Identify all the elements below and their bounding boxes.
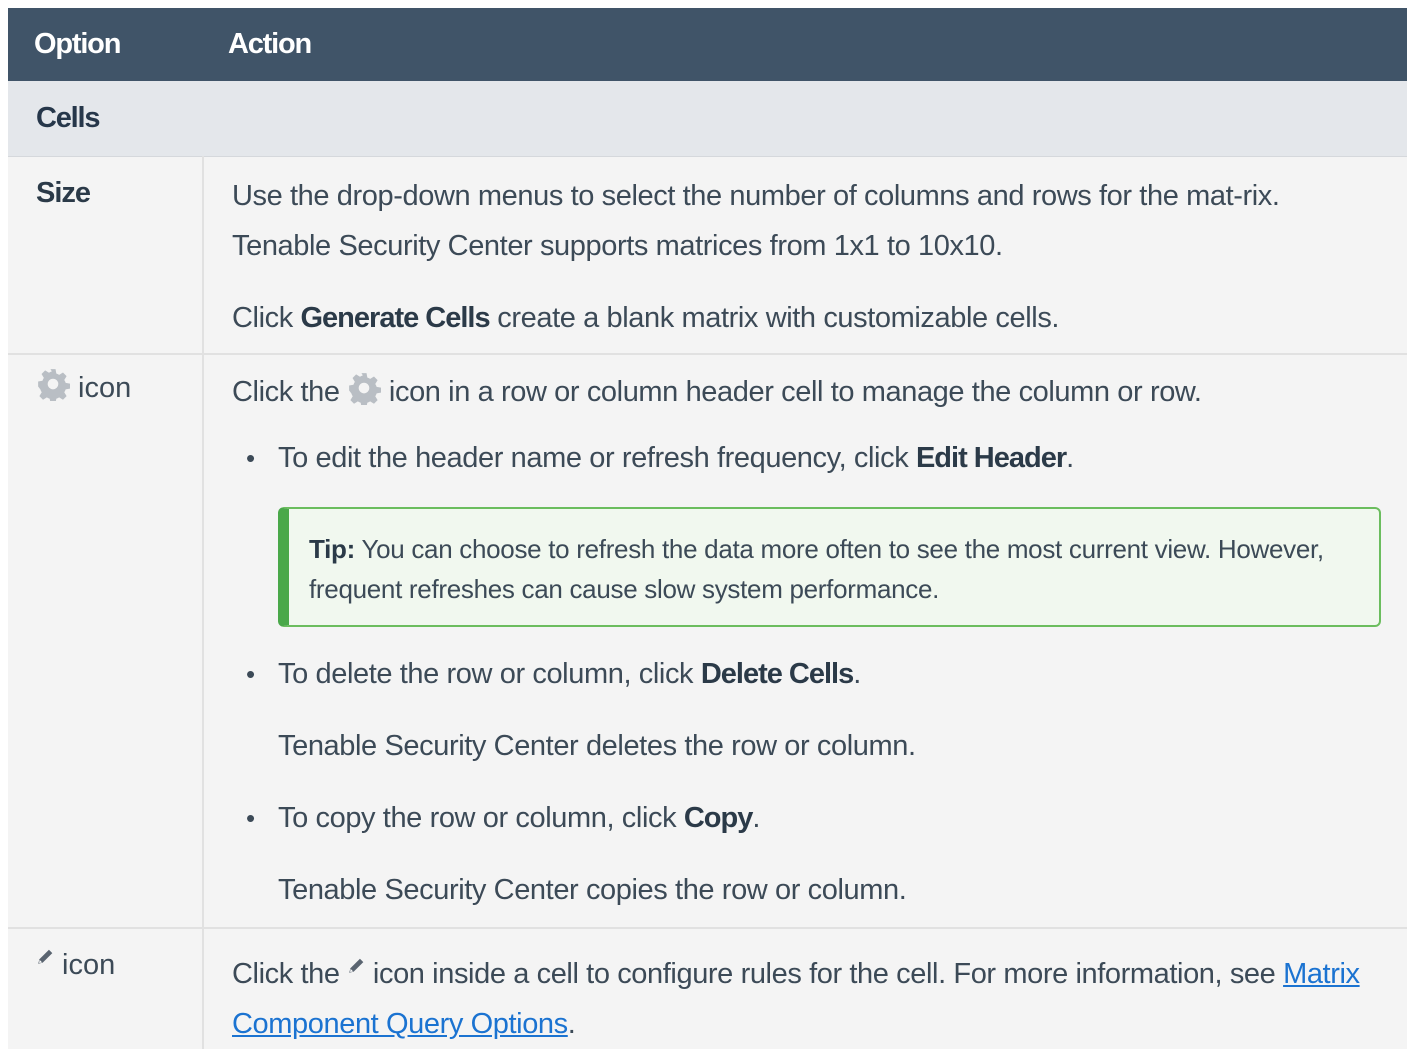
section-row: Cells: [8, 81, 1407, 157]
tip-box: Tip: You can choose to refresh the data …: [278, 507, 1381, 627]
tip-text: You can choose to refresh the data more …: [309, 534, 1324, 604]
bullet-icon: •: [246, 443, 256, 473]
pencil-option-label: icon: [54, 949, 116, 981]
gear-icon: [36, 367, 70, 404]
option-cell: icon: [8, 928, 204, 1049]
delete-result-text: Tenable Security Center deletes the row …: [278, 730, 916, 762]
bullet-icon: •: [246, 659, 256, 689]
pencil-icon: [347, 941, 365, 973]
copy-label: Copy: [683, 802, 753, 834]
table-row-gear: icon Click the icon in a row or column h…: [8, 354, 1407, 929]
table-row-size: Size Use the drop-down menus to select t…: [8, 156, 1407, 355]
pencil-description: Click the icon inside a cell to configur…: [232, 941, 1381, 1049]
options-table: Option Action Cells Size Use the drop-do…: [8, 8, 1407, 1049]
action-cell: Click the icon inside a cell to configur…: [203, 928, 1407, 1049]
gear-actions-list: • To edit the header name or refresh fre…: [232, 433, 1381, 915]
action-cell: Use the drop-down menus to select the nu…: [203, 156, 1407, 355]
option-cell: icon: [8, 354, 204, 929]
generate-cells-label: Generate Cells: [300, 302, 491, 334]
bullet-icon: •: [246, 803, 256, 833]
list-item: • To copy the row or column, click Copy.…: [246, 793, 1381, 915]
pencil-icon: [36, 941, 54, 964]
list-item: • To edit the header name or refresh fre…: [246, 433, 1381, 627]
copy-result-text: Tenable Security Center copies the row o…: [278, 874, 907, 906]
size-description: Use the drop-down menus to select the nu…: [232, 180, 1280, 262]
section-label: Cells: [8, 81, 1407, 157]
gear-intro: Click the icon in a row or column header…: [232, 367, 1381, 417]
delete-cells-label: Delete Cells: [700, 658, 854, 690]
size-generate-text: Click Generate Cells create a blank matr…: [232, 302, 1060, 334]
tip-label: Tip:: [309, 534, 355, 564]
gear-icon: [347, 371, 382, 408]
option-size: Size: [36, 177, 91, 209]
edit-header-label: Edit Header: [915, 442, 1067, 474]
list-item: • To delete the row or column, click Del…: [246, 649, 1381, 771]
table-row-pencil: icon Click the icon inside a cell to con…: [8, 928, 1407, 1049]
option-cell: Size: [8, 156, 204, 355]
table-header-row: Option Action: [8, 8, 1407, 81]
gear-option-label: icon: [70, 372, 132, 404]
header-action: Action: [203, 8, 1407, 81]
action-cell: Click the icon in a row or column header…: [203, 354, 1407, 929]
header-option: Option: [8, 8, 203, 81]
